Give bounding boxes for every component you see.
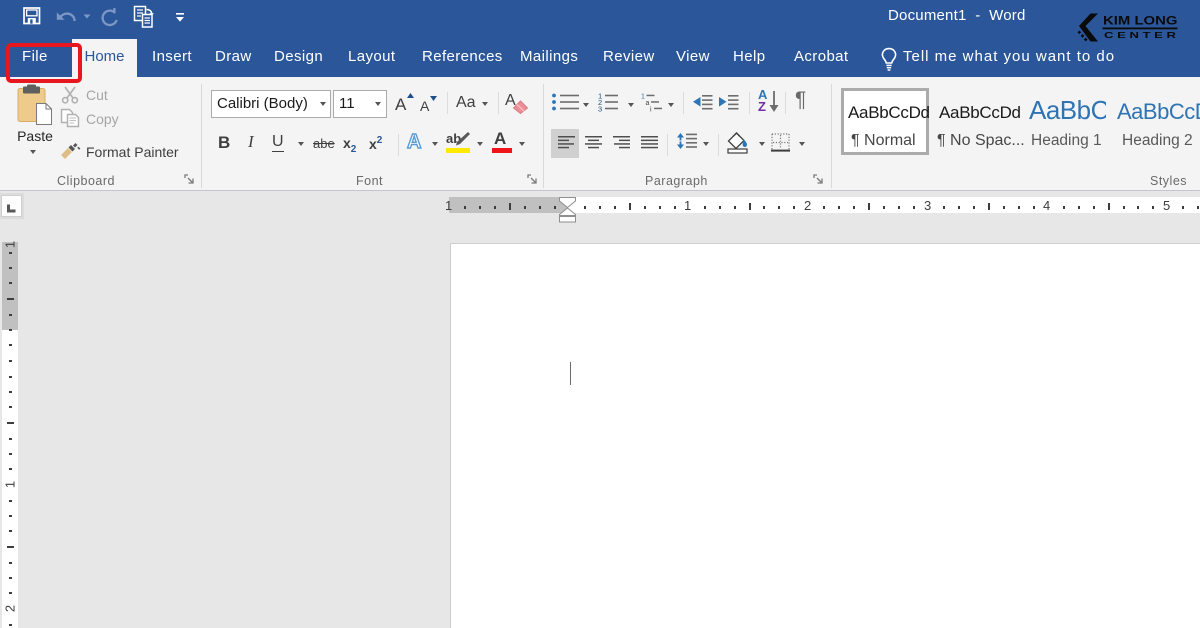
svg-text:KIM LONG: KIM LONG [1103, 14, 1178, 28]
svg-text:1: 1 [641, 94, 645, 101]
svg-text:i: i [650, 107, 652, 114]
svg-text:a: a [646, 100, 650, 107]
svg-text:3: 3 [598, 104, 602, 113]
svg-text:C E N T E R: C E N T E R [1104, 30, 1176, 40]
